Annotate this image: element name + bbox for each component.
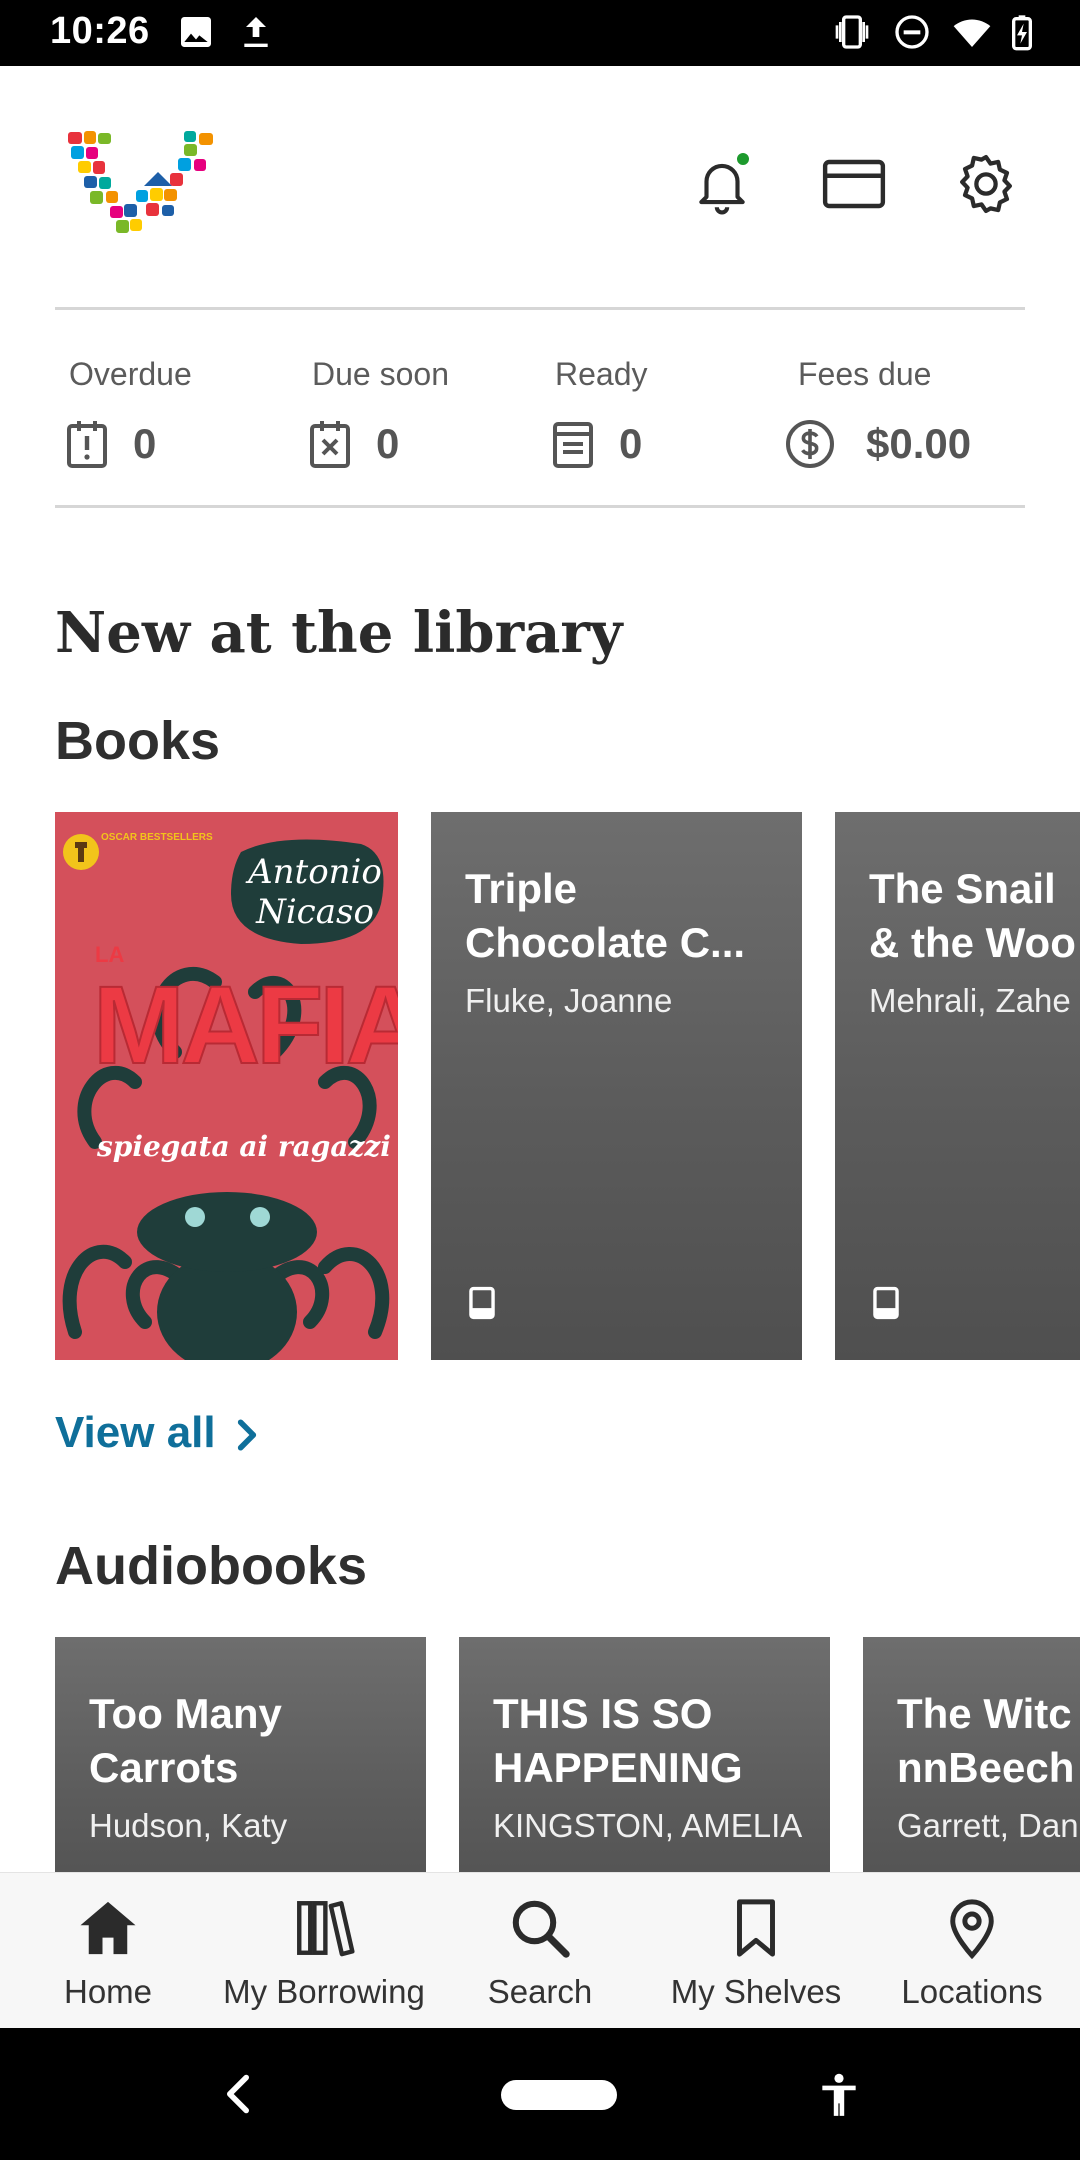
book-title-line: Triple bbox=[465, 865, 578, 912]
calendar-alert-icon bbox=[67, 421, 107, 468]
summary-label: Fees due bbox=[798, 356, 932, 392]
audiobook-title: Too Many Carrots bbox=[89, 1687, 406, 1795]
book-title: The Snail & the Woo bbox=[869, 862, 1080, 970]
audiobook-card[interactable]: The Witc nnBeech Garrett, Dan bbox=[863, 1637, 1080, 1872]
book-title: Triple Chocolate C... bbox=[465, 862, 782, 970]
summary-value: 0 bbox=[133, 420, 157, 467]
audiobook-author: Garrett, Dan bbox=[897, 1807, 1079, 1844]
audiobook-title-line: HAPPENING bbox=[493, 1744, 743, 1791]
audiobook-title-line: Too Many bbox=[89, 1690, 282, 1737]
summary-due-soon[interactable]: Due soon 0 bbox=[298, 352, 538, 472]
bottom-nav: Home My Borrowing Search My Shelves Loca… bbox=[0, 1872, 1080, 2028]
summary-label: Due soon bbox=[312, 356, 449, 392]
account-summary: Overdue 0 Due soon 0 Ready 0 Fees due $0… bbox=[55, 352, 1025, 472]
home-pill-icon[interactable] bbox=[501, 2080, 617, 2110]
notifications-button[interactable] bbox=[684, 146, 760, 222]
wifi-icon bbox=[953, 19, 991, 47]
dollar-circle-icon bbox=[786, 420, 834, 468]
accessibility-icon[interactable] bbox=[814, 2068, 864, 2122]
nav-locations[interactable]: Locations bbox=[864, 1873, 1080, 2029]
audiobook-title-line: Carrots bbox=[89, 1744, 239, 1791]
cover-series: OSCAR BESTSELLERS bbox=[101, 832, 213, 843]
books-icon bbox=[297, 1901, 355, 1957]
header-divider bbox=[55, 307, 1025, 310]
book-ready-icon bbox=[553, 422, 593, 468]
audiobook-card[interactable]: THIS IS SO HAPPENING KINGSTON, AMELIA bbox=[459, 1637, 830, 1872]
back-icon[interactable] bbox=[218, 2072, 258, 2116]
nav-label: My Shelves bbox=[670, 1973, 842, 2010]
nav-home[interactable]: Home bbox=[0, 1873, 216, 2029]
battery-charging-icon bbox=[1012, 15, 1032, 51]
summary-label: Ready bbox=[555, 356, 648, 392]
app-header bbox=[0, 66, 1080, 310]
cover-author: Antonio Nicaso bbox=[248, 852, 382, 932]
cover-title: MAFIA bbox=[92, 963, 398, 1088]
book-author: Mehrali, Zahe bbox=[869, 982, 1071, 1019]
summary-divider bbox=[55, 505, 1025, 508]
upload-icon bbox=[244, 17, 268, 47]
book-author: Fluke, Joanne bbox=[465, 982, 673, 1019]
tablet-icon bbox=[469, 1286, 495, 1320]
calendar-x-icon bbox=[310, 421, 350, 468]
book-cover-card[interactable]: OSCAR BESTSELLERS Antonio Nicaso LA MAFI… bbox=[55, 812, 398, 1360]
nav-label: Locations bbox=[901, 1973, 1043, 2010]
summary-value: 0 bbox=[376, 420, 400, 467]
summary-overdue[interactable]: Overdue 0 bbox=[55, 352, 295, 472]
book-title-line: & the Woo bbox=[869, 919, 1076, 966]
summary-label: Overdue bbox=[69, 356, 192, 392]
audiobook-title: THIS IS SO HAPPENING bbox=[493, 1687, 810, 1795]
section-title: New at the library bbox=[55, 600, 623, 666]
nav-my-shelves[interactable]: My Shelves bbox=[648, 1873, 864, 2029]
books-heading: Books bbox=[55, 711, 221, 771]
tablet-icon bbox=[873, 1286, 899, 1320]
audiobook-author: Hudson, Katy bbox=[89, 1807, 288, 1844]
summary-fees-due[interactable]: Fees due $0.00 bbox=[784, 352, 1025, 472]
book-card[interactable]: The Snail & the Woo Mehrali, Zahe bbox=[835, 812, 1080, 1360]
library-logo[interactable] bbox=[66, 130, 218, 240]
audiobook-title-line: The Witc bbox=[897, 1690, 1072, 1737]
gear-icon bbox=[960, 154, 1012, 214]
summary-value: 0 bbox=[619, 420, 643, 467]
settings-button[interactable] bbox=[948, 146, 1024, 222]
vibrate-icon bbox=[835, 15, 869, 49]
audiobook-title-line: nnBeech bbox=[897, 1744, 1075, 1791]
view-all-books-link[interactable]: View all bbox=[55, 1408, 260, 1458]
notification-dot bbox=[734, 150, 752, 168]
book-title-line: The Snail bbox=[869, 865, 1056, 912]
nav-my-borrowing[interactable]: My Borrowing bbox=[216, 1873, 432, 2029]
summary-value: $0.00 bbox=[866, 420, 972, 467]
audiobook-title: The Witc nnBeech bbox=[897, 1687, 1080, 1795]
nav-label: My Borrowing bbox=[223, 1973, 425, 2010]
search-icon bbox=[512, 1900, 570, 1958]
home-icon bbox=[80, 1901, 136, 1955]
status-bar: 10:26 bbox=[0, 0, 1080, 66]
nav-label: Search bbox=[487, 1973, 593, 2010]
audiobook-author: KINGSTON, AMELIA bbox=[493, 1807, 803, 1844]
cover-subtitle: spiegata ai ragazzi bbox=[97, 1130, 391, 1163]
book-title-line: Chocolate C... bbox=[465, 919, 746, 966]
audiobook-card[interactable]: Too Many Carrots Hudson, Katy bbox=[55, 1637, 426, 1872]
location-pin-icon bbox=[950, 1899, 994, 1960]
image-icon bbox=[181, 17, 211, 47]
nav-search[interactable]: Search bbox=[432, 1873, 648, 2029]
book-card[interactable]: Triple Chocolate C... Fluke, Joanne bbox=[431, 812, 802, 1360]
summary-ready[interactable]: Ready 0 bbox=[541, 352, 781, 472]
audiobook-title-line: THIS IS SO bbox=[493, 1690, 713, 1737]
bookmark-icon bbox=[737, 1899, 775, 1957]
do-not-disturb-icon bbox=[895, 15, 929, 49]
system-navigation-bar bbox=[0, 2028, 1080, 2160]
books-carousel[interactable]: OSCAR BESTSELLERS Antonio Nicaso LA MAFI… bbox=[0, 812, 1080, 1360]
card-icon bbox=[822, 159, 886, 209]
view-all-label: View all bbox=[55, 1408, 216, 1457]
chevron-right-icon bbox=[237, 1419, 256, 1451]
library-card-button[interactable] bbox=[816, 146, 892, 222]
audiobooks-carousel[interactable]: Too Many Carrots Hudson, Katy THIS IS SO… bbox=[0, 1637, 1080, 1872]
nav-label: Home bbox=[63, 1973, 153, 2010]
status-time: 10:26 bbox=[50, 10, 150, 52]
audiobooks-heading: Audiobooks bbox=[55, 1536, 367, 1596]
